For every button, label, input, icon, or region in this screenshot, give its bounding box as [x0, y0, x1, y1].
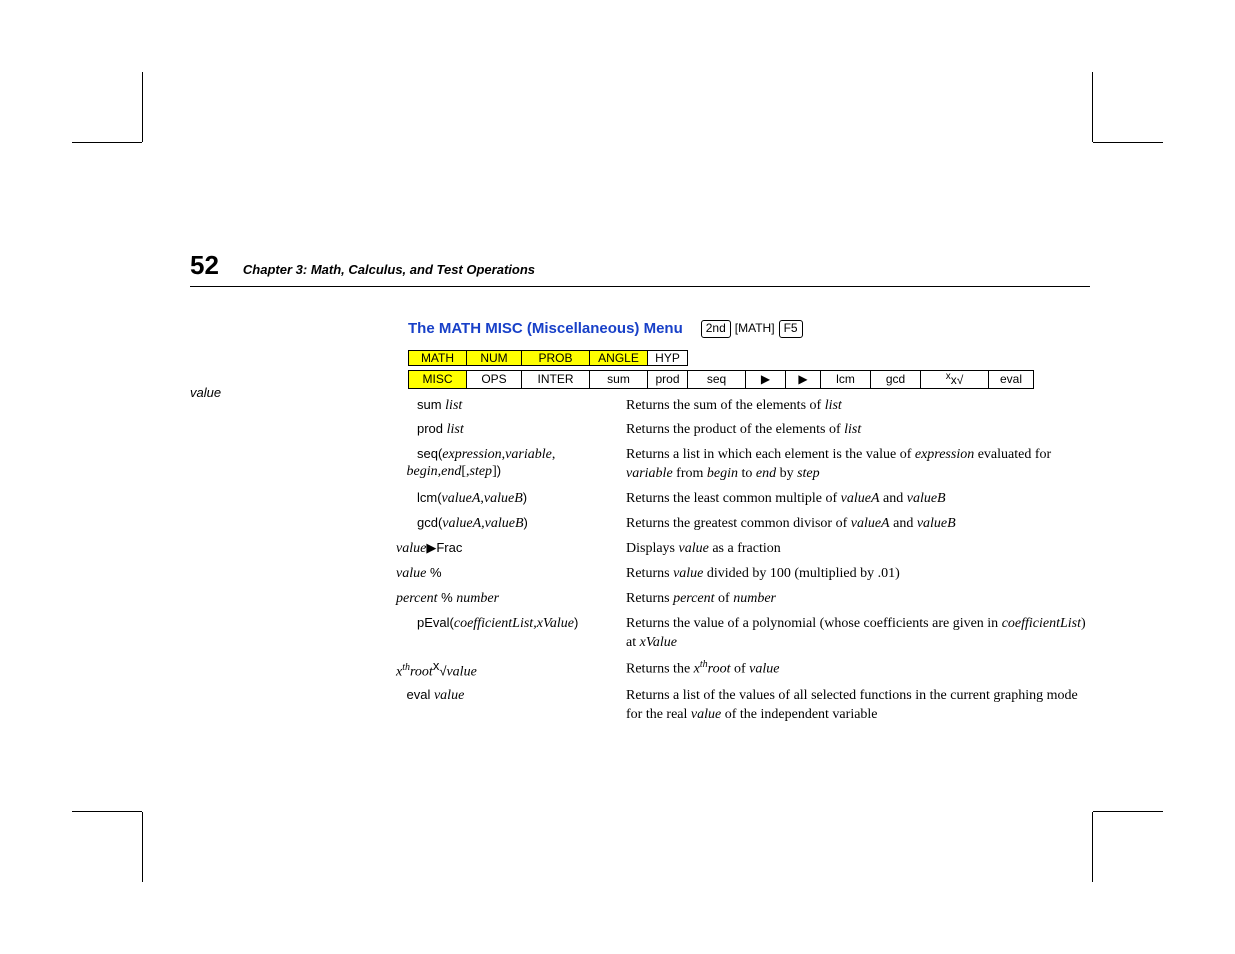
def-desc: Returns the sum of the elements of list — [626, 397, 1090, 416]
key-f5: F5 — [779, 320, 803, 338]
menu-cell: ▶ — [786, 370, 821, 388]
def-term: value▶Frac — [396, 540, 626, 559]
menu-cell: PROB — [522, 350, 590, 365]
def-term: sum list — [396, 397, 626, 416]
def-desc: Returns the least common multiple of val… — [626, 490, 1090, 509]
menu-cell: OPS — [467, 370, 522, 388]
menu-cell: MISC — [409, 370, 467, 388]
key-math-label: [MATH] — [735, 321, 775, 335]
def-row: lcm(valueA,valueB) Returns the least com… — [396, 490, 1090, 509]
header: 52 Chapter 3: Math, Calculus, and Test O… — [190, 250, 1090, 287]
menu-cell: NUM — [467, 350, 522, 365]
menu-cell: eval — [989, 370, 1034, 388]
def-row: percent % number Returns percent of numb… — [396, 590, 1090, 609]
menu-cell: gcd — [871, 370, 921, 388]
def-term: percent % number — [396, 590, 626, 609]
def-desc: Returns the product of the elements of l… — [626, 421, 1090, 440]
def-term: prod list — [396, 421, 626, 440]
def-row: xthrootx√value Returns the xthroot of va… — [396, 658, 1090, 681]
menu-cell: INTER — [522, 370, 590, 388]
def-term: gcd(valueA,valueB) — [396, 515, 626, 534]
def-desc: Returns value divided by 100 (multiplied… — [626, 565, 1090, 584]
menu-cell: lcm — [821, 370, 871, 388]
def-row: gcd(valueA,valueB) Returns the greatest … — [396, 515, 1090, 534]
def-term: lcm(valueA,valueB) — [396, 490, 626, 509]
section-title-row: The MATH MISC (Miscellaneous) Menu 2nd [… — [408, 319, 1090, 338]
menu-cell: seq — [688, 370, 746, 388]
def-desc: Displays value as a fraction — [626, 540, 1090, 559]
key-sequence: 2nd [MATH] F5 — [701, 319, 803, 338]
def-term: xthrootx√value — [396, 658, 626, 681]
key-2nd: 2nd — [701, 320, 731, 338]
menu-cell: xx√ — [921, 370, 989, 388]
def-term: value % — [396, 565, 626, 584]
def-desc: Returns a list of the values of all sele… — [626, 687, 1090, 725]
def-row: eval value Returns a list of the values … — [396, 687, 1090, 725]
def-row: value % Returns value divided by 100 (mu… — [396, 565, 1090, 584]
def-desc: Returns the greatest common divisor of v… — [626, 515, 1090, 534]
section-title: The MATH MISC (Miscellaneous) Menu — [408, 320, 683, 337]
def-row: pEval(coefficientList,xValue) Returns th… — [396, 615, 1090, 653]
def-row: seq(expression,variable, begin,end[,step… — [396, 446, 1090, 484]
chapter-title: Chapter 3: Math, Calculus, and Test Oper… — [243, 262, 535, 277]
def-term: seq(expression,variable, begin,end[,step… — [396, 446, 626, 484]
page-content: 52 Chapter 3: Math, Calculus, and Test O… — [190, 250, 1090, 731]
menu-table-row2: MISC OPS INTER sum prod seq ▶ ▶ lcm gcd … — [408, 370, 1034, 389]
def-row: sum list Returns the sum of the elements… — [396, 397, 1090, 416]
def-desc: Returns the value of a polynomial (whose… — [626, 615, 1090, 653]
def-desc: Returns percent of number — [626, 590, 1090, 609]
def-desc: Returns the xthroot of value — [626, 658, 1090, 681]
def-term: pEval(coefficientList,xValue) — [396, 615, 626, 653]
def-term: eval value — [396, 687, 626, 725]
menu-table: MATH NUM PROB ANGLE HYP — [408, 350, 688, 366]
menu-cell: MATH — [409, 350, 467, 365]
def-row: prod list Returns the product of the ele… — [396, 421, 1090, 440]
definitions: sum list Returns the sum of the elements… — [396, 397, 1090, 725]
menu-cell: prod — [648, 370, 688, 388]
def-desc: Returns a list in which each element is … — [626, 446, 1090, 484]
page-number: 52 — [190, 250, 219, 281]
menu-cell: sum — [590, 370, 648, 388]
menu-cell: ANGLE — [590, 350, 648, 365]
menu-cell: HYP — [648, 350, 688, 365]
margin-note: value — [190, 385, 221, 400]
menu-cell: ▶ — [746, 370, 786, 388]
def-row: value▶Frac Displays value as a fraction — [396, 540, 1090, 559]
